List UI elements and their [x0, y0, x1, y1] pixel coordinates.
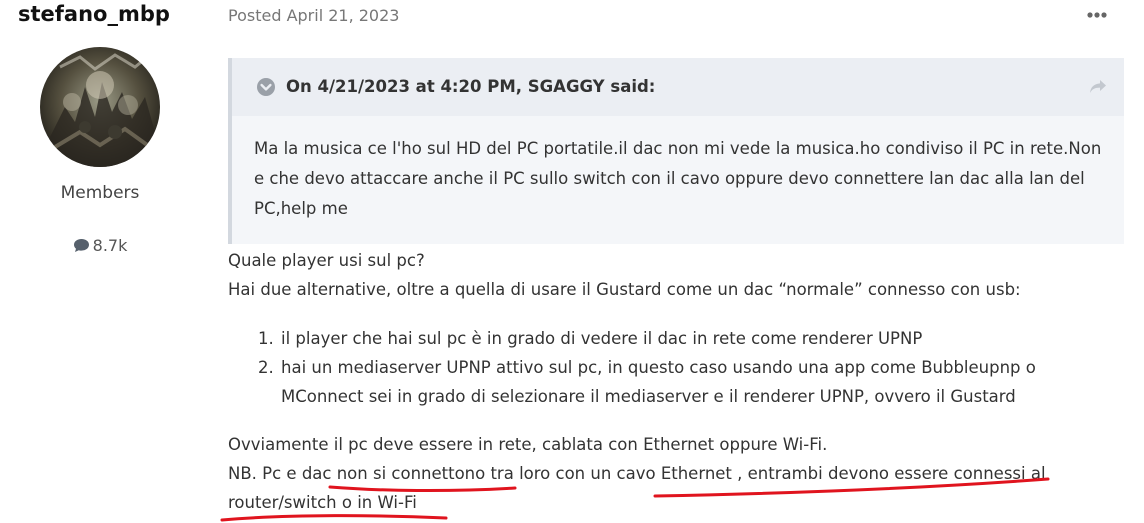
author-username[interactable]: stefano_mbp: [18, 0, 170, 28]
comment-icon: [73, 237, 90, 259]
list-item-number: 2.: [258, 358, 274, 377]
avatar[interactable]: [40, 47, 160, 167]
quote-body: Ma la musica ce l'ho sul HD del PC porta…: [254, 139, 1102, 218]
list-item-text: il player che hai sul pc è in grado di v…: [281, 329, 923, 348]
author-panel: stefano_mbp Members 8.7k: [0, 0, 200, 523]
post-count: 8.7k: [0, 235, 200, 259]
ellipsis-icon[interactable]: [1084, 6, 1110, 24]
post-list: 1. il player che hai sul pc è in grado d…: [228, 324, 1118, 411]
quote-citation[interactable]: On 4/21/2023 at 4:20 PM, SGAGGY said:: [286, 76, 655, 98]
list-item: 2. hai un mediaserver UPNP attivo sul pc…: [228, 353, 1118, 411]
share-icon[interactable]: [1088, 78, 1108, 96]
post-line: Ovviamente il pc deve essere in rete, ca…: [228, 435, 828, 454]
post-line: router/switch o in Wi-Fi: [228, 493, 417, 512]
chevron-down-circle-icon[interactable]: [256, 77, 276, 97]
post-line: NB. Pc e dac non si connettono tra loro …: [228, 464, 1046, 483]
list-item-text: hai un mediaserver UPNP attivo sul pc, i…: [281, 358, 1036, 406]
post-line: Quale player usi sul pc?: [228, 251, 425, 270]
member-group: Members: [60, 183, 140, 203]
post-date[interactable]: Posted April 21, 2023: [228, 5, 399, 27]
quote-header: On 4/21/2023 at 4:20 PM, SGAGGY said:: [232, 58, 1124, 116]
post-count-value: 8.7k: [92, 236, 128, 255]
quote-block: On 4/21/2023 at 4:20 PM, SGAGGY said: Ma…: [228, 58, 1124, 244]
forum-post: stefano_mbp Members 8.7k Posted April 21…: [0, 0, 1144, 523]
post-line: Hai due alternative, oltre a quella di u…: [228, 280, 1021, 299]
post-paragraph: Ovviamente il pc deve essere in rete, ca…: [228, 430, 1128, 517]
list-item-number: 1.: [258, 329, 274, 348]
post-paragraph: Quale player usi sul pc? Hai due alterna…: [228, 246, 1128, 304]
list-item: 1. il player che hai sul pc è in grado d…: [228, 324, 1118, 353]
